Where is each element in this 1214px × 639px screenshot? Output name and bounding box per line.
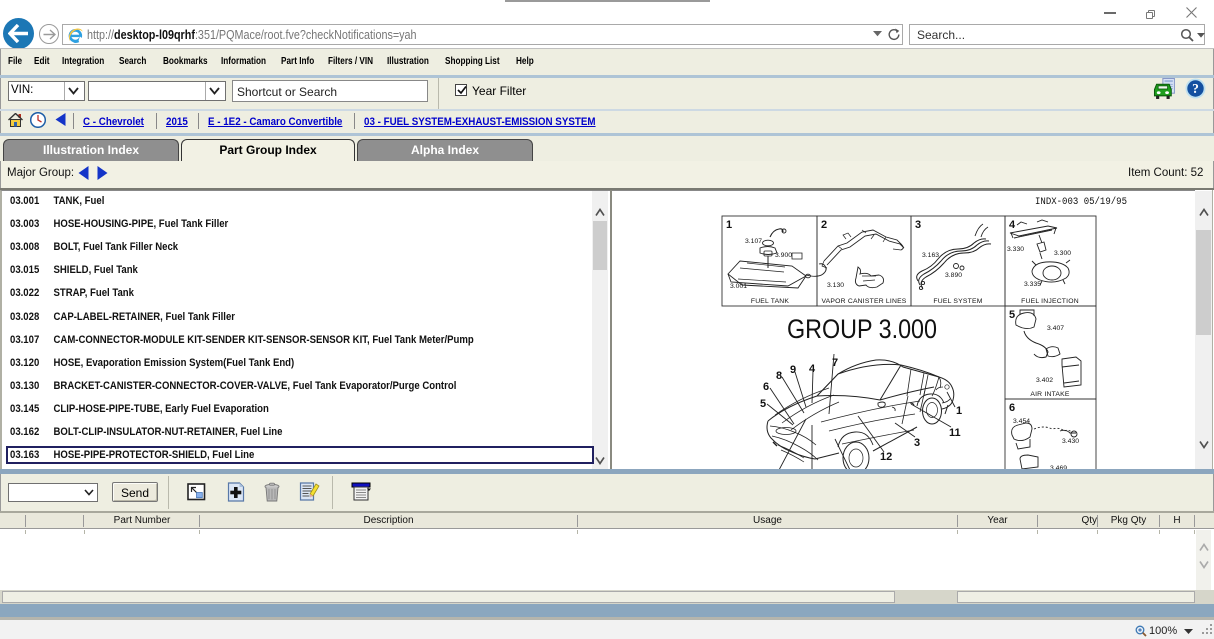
svg-text:3.300: 3.300 [1054, 250, 1071, 257]
svg-text:INDX-003 05/19/95: INDX-003 05/19/95 [1035, 196, 1127, 208]
svg-text:3.890: 3.890 [945, 272, 962, 279]
svg-text:11: 11 [949, 427, 961, 439]
svg-text:3.001: 3.001 [730, 283, 747, 290]
svg-text:3: 3 [914, 437, 920, 449]
svg-text:3: 3 [915, 219, 921, 231]
svg-text:3.402: 3.402 [1036, 377, 1053, 384]
svg-text:3.163: 3.163 [922, 252, 939, 259]
svg-text:9: 9 [790, 364, 796, 376]
svg-text:12: 12 [880, 451, 892, 463]
svg-text:3.407: 3.407 [1047, 325, 1064, 332]
svg-text:GROUP 3.000: GROUP 3.000 [787, 314, 937, 344]
svg-text:VAPOR CANISTER LINES: VAPOR CANISTER LINES [821, 298, 906, 305]
svg-text:3.330: 3.330 [1007, 246, 1024, 253]
svg-text:?: ? [1192, 81, 1199, 96]
svg-text:6: 6 [763, 381, 769, 393]
svg-text:4: 4 [809, 363, 816, 375]
svg-text:3.335: 3.335 [1024, 281, 1041, 288]
svg-text:7: 7 [832, 357, 838, 369]
svg-text:3.430: 3.430 [1062, 438, 1079, 445]
svg-text:5: 5 [1009, 309, 1015, 321]
svg-text:FUEL INJECTION: FUEL INJECTION [1021, 298, 1079, 305]
svg-text:1: 1 [956, 405, 962, 417]
svg-text:AIR INTAKE: AIR INTAKE [1030, 391, 1070, 398]
svg-text:2: 2 [821, 219, 827, 231]
svg-text:3.900: 3.900 [775, 252, 792, 259]
svg-text:6: 6 [1009, 402, 1015, 414]
svg-text:FUEL TANK: FUEL TANK [751, 298, 790, 305]
svg-text:3.130: 3.130 [827, 282, 844, 289]
svg-text:3.107: 3.107 [745, 238, 762, 245]
svg-text:5: 5 [760, 398, 766, 410]
svg-text:4: 4 [1009, 219, 1016, 231]
svg-text:1: 1 [726, 219, 732, 231]
svg-text:FUEL SYSTEM: FUEL SYSTEM [933, 298, 982, 305]
svg-text:8: 8 [776, 370, 782, 382]
